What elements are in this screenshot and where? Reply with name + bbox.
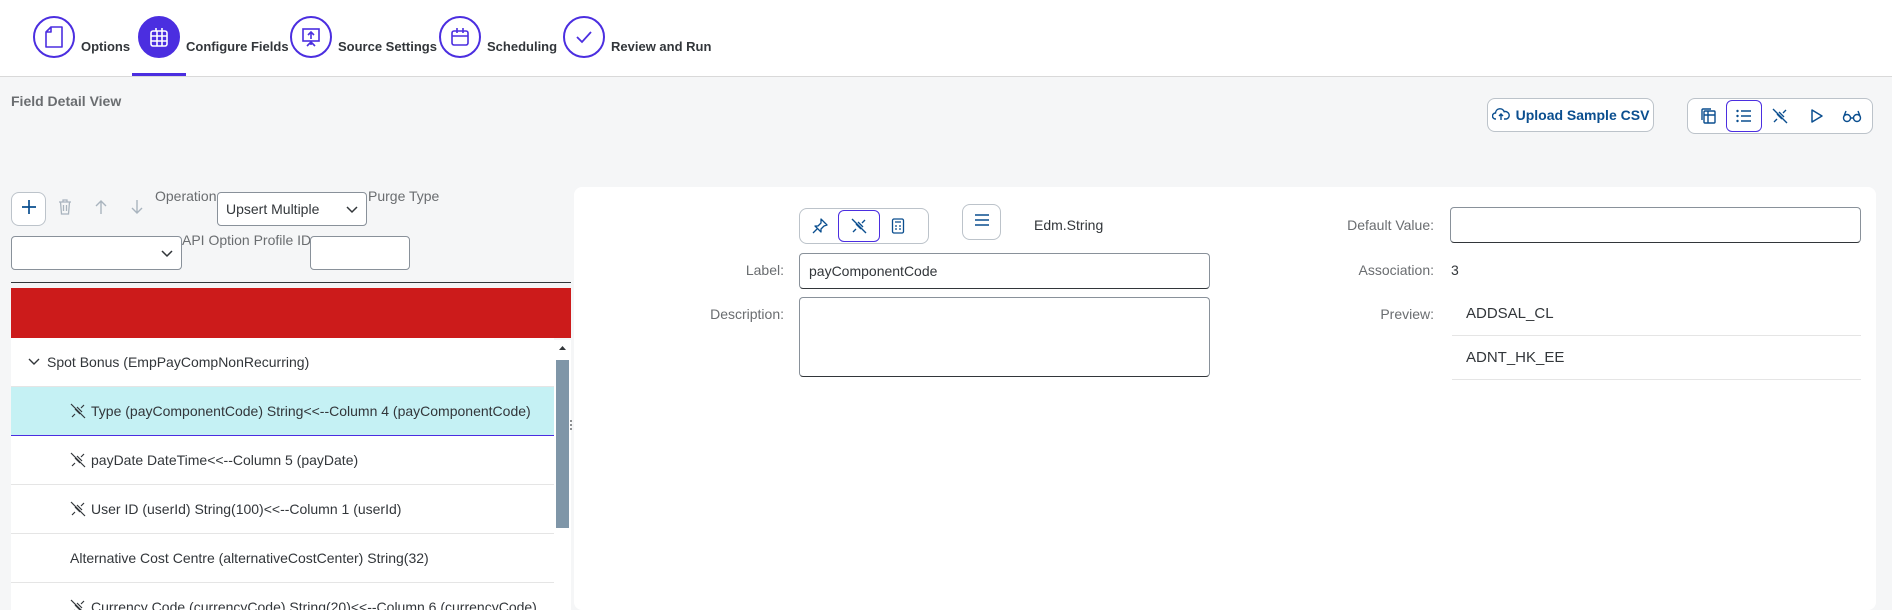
tree-row-label: Alternative Cost Centre (alternativeCost… [70,550,429,566]
api-option-profile-input[interactable] [310,236,410,270]
pin-icon[interactable] [802,210,838,242]
document-icon [33,16,75,58]
field-tree: Spot Bonus (EmpPayCompNonRecurring) Type… [11,338,554,610]
glasses-icon[interactable] [1834,100,1870,132]
label-input-value: payComponentCode [809,263,938,279]
step-review-and-run[interactable]: Review and Run [563,16,711,58]
association-caption: Association: [1358,262,1434,278]
step-label: Review and Run [611,39,712,54]
linked-icon [69,403,87,419]
hamburger-icon [974,213,990,232]
copy-table-icon[interactable] [1690,100,1726,132]
field-mode-toggle [799,208,929,244]
step-label: Source Settings [338,39,437,54]
tree-row[interactable]: Type (payComponentCode) String<<--Column… [11,387,554,436]
calculator-icon[interactable] [880,210,916,242]
checkmark-icon [563,16,605,58]
move-up-button[interactable] [83,192,118,226]
arrow-down-icon [130,199,144,220]
tree-row-label: User ID (userId) String(100)<<--Column 1… [91,501,402,517]
upload-presentation-icon [290,16,332,58]
upload-button-label: Upload Sample CSV [1515,107,1650,123]
chevron-down-icon [161,245,173,261]
step-label: Options [81,39,131,54]
tree-row-label: Currency Code (currencyCode) String(20)<… [91,599,537,610]
step-label: Configure Fields [186,39,289,54]
arrow-up-icon [94,199,108,220]
field-detail-panel [574,187,1876,610]
linked-icon [69,452,87,468]
table-grid-icon [138,16,180,58]
active-step-indicator [132,73,186,76]
description-caption: Description: [710,306,784,322]
step-source-settings[interactable]: Source Settings [290,16,437,58]
page-title: Field Detail View [11,93,122,109]
linked-icon [69,599,87,610]
disconnect-icon[interactable] [1762,100,1798,132]
purge-type-select[interactable] [11,236,182,270]
tree-scrollbar-thumb[interactable] [556,360,569,528]
add-button[interactable] [11,192,46,226]
default-value-caption: Default Value: [1347,217,1434,233]
step-scheduling[interactable]: Scheduling [439,16,557,58]
label-input[interactable]: payComponentCode [799,253,1210,289]
purge-type-label: Purge Type [368,188,440,204]
operation-label: Operation [155,188,217,204]
api-option-profile-label: API Option Profile ID [182,232,312,248]
move-down-button[interactable] [119,192,154,226]
splitter-grip-icon[interactable] [569,418,573,430]
step-label: Scheduling [487,39,558,54]
menu-button[interactable] [962,204,1001,240]
preview-item: ADNT_HK_EE [1452,336,1861,380]
cloud-upload-icon [1491,107,1510,124]
association-value: 3 [1451,262,1459,278]
description-textarea[interactable] [799,297,1210,377]
field-type-text: Edm.String [1034,217,1104,233]
step-configure-fields[interactable]: Configure Fields [138,16,289,58]
tree-row[interactable]: Alternative Cost Centre (alternativeCost… [11,534,554,583]
operation-select[interactable]: Upsert Multiple [217,192,367,226]
view-toggle-group [1687,98,1873,134]
wizard-step-bar: Options Configure Fields Source Settings… [0,0,1892,77]
tree-group-row[interactable]: Spot Bonus (EmpPayCompNonRecurring) [11,338,554,387]
scroll-up-arrow-icon [559,346,566,350]
linked-icon [69,501,87,517]
delete-button[interactable] [47,192,82,226]
plus-icon [21,199,37,220]
tree-row[interactable]: User ID (userId) String(100)<<--Column 1… [11,485,554,534]
tree-group-label: Spot Bonus (EmpPayCompNonRecurring) [47,354,310,370]
chevron-down-icon [346,201,358,217]
chevron-down-icon [25,358,43,366]
trash-icon [58,198,72,220]
default-value-input[interactable] [1450,207,1861,243]
toolbar-divider [11,282,571,283]
preview-caption: Preview: [1380,306,1434,322]
disconnect-icon[interactable] [838,210,880,242]
operation-value: Upsert Multiple [226,201,320,217]
tree-header-bar [11,288,571,338]
list-icon[interactable] [1726,100,1762,132]
tree-row[interactable]: Currency Code (currencyCode) String(20)<… [11,583,554,610]
step-options[interactable]: Options [33,16,130,58]
calendar-icon [439,16,481,58]
upload-sample-csv-button[interactable]: Upload Sample CSV [1487,98,1654,132]
play-icon[interactable] [1798,100,1834,132]
label-caption: Label: [745,262,784,278]
tree-row-label: payDate DateTime<<--Column 5 (payDate) [91,452,359,468]
preview-item: ADDSAL_CL [1452,292,1861,336]
tree-row[interactable]: payDate DateTime<<--Column 5 (payDate) [11,436,554,485]
tree-row-label: Type (payComponentCode) String<<--Column… [91,403,531,419]
